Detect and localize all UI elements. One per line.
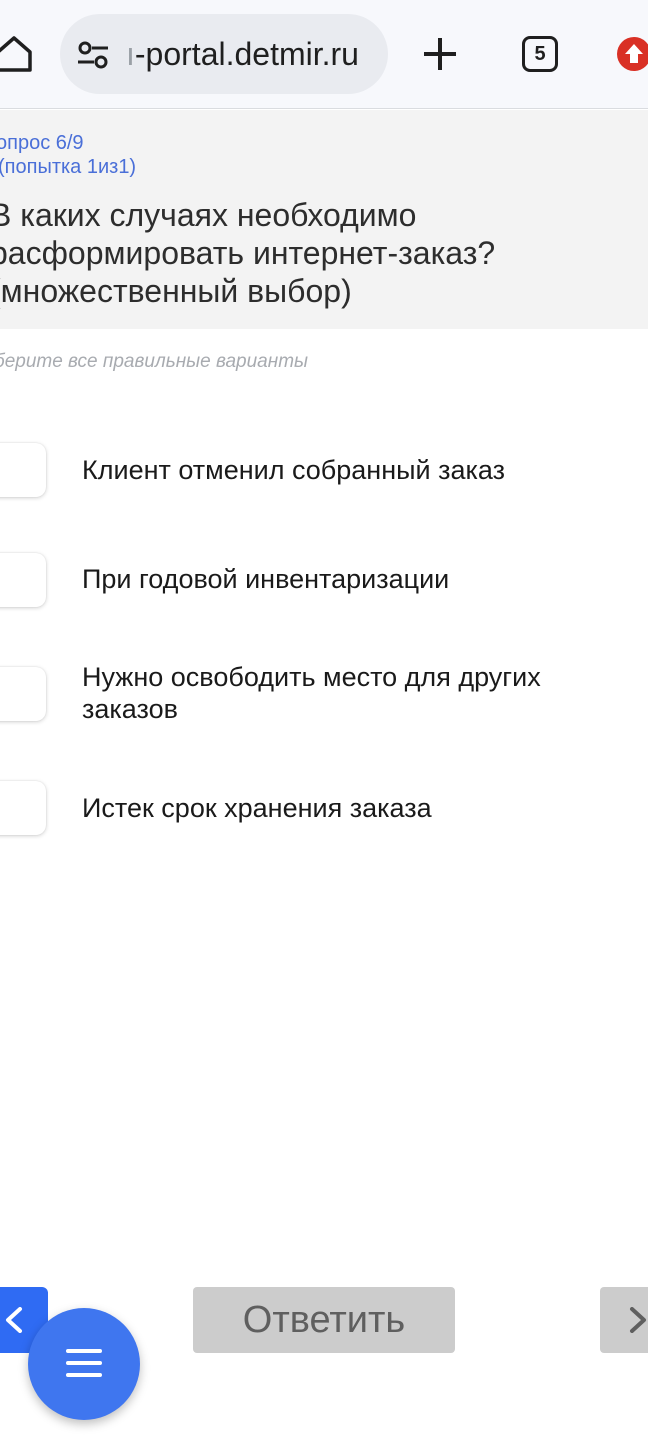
answer-button[interactable]: Ответить (193, 1287, 455, 1353)
chevron-right-icon (630, 1307, 646, 1333)
url-domain: -portal.detmir.ru (134, 36, 359, 72)
next-question-button[interactable] (600, 1287, 648, 1353)
option-checkbox[interactable] (0, 553, 46, 607)
question-text: В каких случаях необходимо расформироват… (0, 197, 496, 309)
url-text: ı-portal.detmir.ru (126, 14, 359, 94)
url-faded-prefix: ı (126, 36, 135, 72)
option-checkbox[interactable] (0, 667, 46, 721)
new-tab-icon[interactable] (420, 34, 460, 74)
option-label: Нужно освободить место для других заказо… (82, 662, 541, 724)
option-label: При годовой инвентаризации (82, 564, 450, 594)
option-checkbox[interactable] (0, 781, 46, 835)
selection-hint: берите все правильные варианты (0, 351, 309, 372)
menu-icon (66, 1349, 102, 1377)
menu-fab-button[interactable] (28, 1308, 140, 1420)
browser-toolbar: ı-portal.detmir.ru 5 (0, 0, 648, 109)
tab-switcher-button[interactable]: 5 (522, 36, 558, 72)
site-settings-icon[interactable] (76, 38, 110, 72)
question-header: опрос 6/9 (попытка 1из1) В каких случаях… (0, 110, 648, 329)
option-label: Истек срок хранения заказа (82, 793, 432, 823)
address-bar[interactable]: ı-portal.detmir.ru (60, 14, 388, 94)
home-icon[interactable] (0, 34, 34, 74)
update-icon[interactable] (616, 36, 648, 72)
chevron-left-icon (6, 1307, 22, 1333)
attempt-counter: (попытка 1из1) (0, 156, 137, 178)
question-counter: опрос 6/9 (0, 132, 84, 154)
option-label: Клиент отменил собранный заказ (82, 455, 505, 485)
option-checkbox[interactable] (0, 443, 46, 497)
